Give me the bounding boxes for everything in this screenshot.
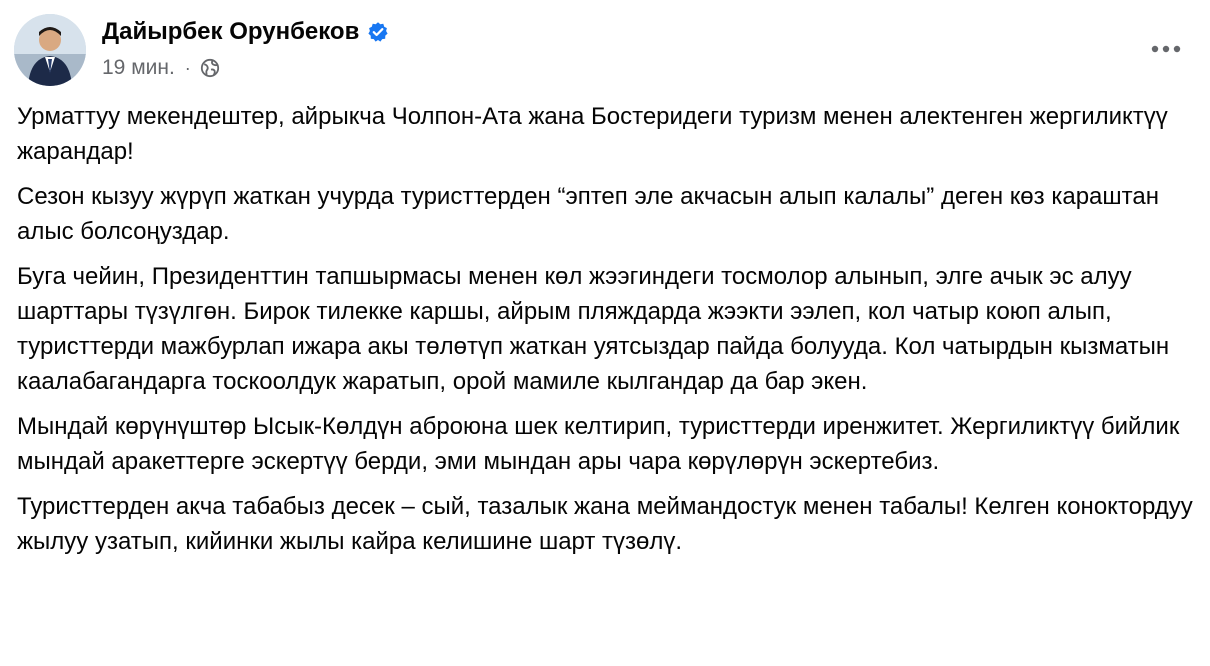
more-options-button[interactable]	[1146, 34, 1186, 64]
author-name[interactable]: Дайырбек Орунбеков	[102, 18, 359, 46]
post-header: Дайырбек Орунбеков 19 мин. ·	[14, 12, 1190, 88]
post-paragraph: Урматтуу мекендештер, айрыкча Чолпон-Ата…	[17, 103, 1168, 165]
author-line: Дайырбек Орунбеков	[102, 18, 389, 46]
post-timestamp[interactable]: 19 мин.	[102, 56, 175, 80]
avatar-photo	[14, 14, 86, 86]
post-body: Урматтуу мекендештер, айрыкча Чолпон-Ата…	[17, 99, 1202, 569]
post-paragraph: Туристтерден акча табабыз десек – сый, т…	[17, 493, 1193, 555]
facebook-post: Дайырбек Орунбеков 19 мин. · Урматтуу ме…	[0, 0, 1210, 666]
author-avatar[interactable]	[14, 14, 86, 86]
more-options-icon	[1151, 45, 1181, 53]
post-paragraph: Сезон кызуу жүрүп жаткан учурда туристте…	[17, 183, 1159, 245]
meta-separator: ·	[184, 57, 191, 78]
verified-badge-icon	[367, 21, 389, 43]
globe-icon[interactable]	[200, 58, 220, 78]
post-paragraph: Буга чейин, Президенттин тапшырмасы мене…	[17, 263, 1170, 395]
post-meta: 19 мин. ·	[102, 56, 220, 80]
post-paragraph: Мындай көрүнүштөр Ысык-Көлдүн аброюна ше…	[17, 413, 1180, 475]
